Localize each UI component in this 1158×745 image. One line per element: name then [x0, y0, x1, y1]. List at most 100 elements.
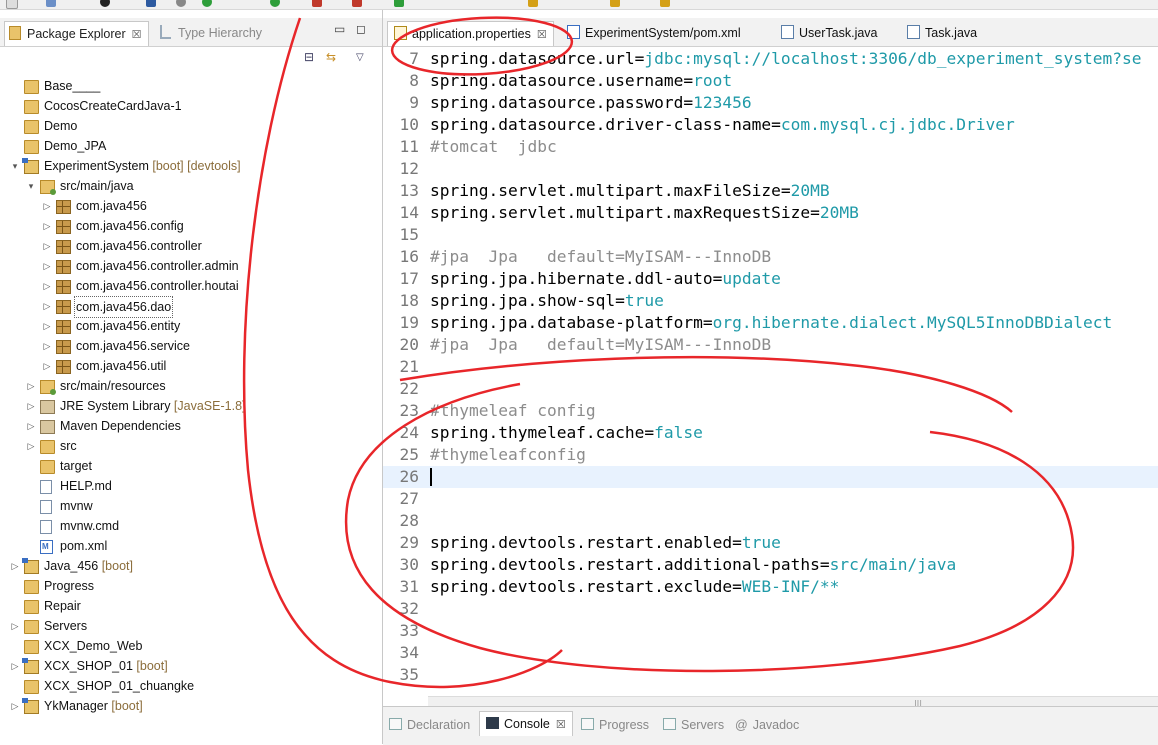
expand-arrow-icon[interactable]: ▷	[42, 296, 52, 316]
tree-item[interactable]: ▷ XCX_SHOP_01 [boot]	[0, 656, 382, 676]
tree-item[interactable]: mvnw.cmd	[0, 516, 382, 536]
expand-arrow-icon[interactable]: ▷	[10, 616, 20, 636]
tree-item[interactable]: ▷ com.java456.util	[0, 356, 382, 376]
tree-item[interactable]: Repair	[0, 596, 382, 616]
code-line[interactable]: 13 spring.servlet.multipart.maxFileSize=2…	[383, 180, 1158, 202]
tree-item[interactable]: ▷ YkManager [boot]	[0, 696, 382, 716]
code-line[interactable]: 10 spring.datasource.driver-class-name=co…	[383, 114, 1158, 136]
tree-item[interactable]: ▷ com.java456.controller	[0, 236, 382, 256]
close-icon[interactable]: ☒	[537, 29, 547, 41]
tab-progress[interactable]: Progress	[581, 713, 649, 737]
code-line[interactable]: 34	[383, 642, 1158, 664]
code-line[interactable]: 28	[383, 510, 1158, 532]
tree-item[interactable]: ▷ com.java456	[0, 196, 382, 216]
code-line[interactable]: 15	[383, 224, 1158, 246]
expand-arrow-icon[interactable]: ▷	[10, 556, 20, 576]
tab-type-hierarchy[interactable]: Type Hierarchy	[160, 21, 262, 45]
code-line[interactable]: 18 spring.jpa.show-sql=true	[383, 290, 1158, 312]
tree-item[interactable]: ▷ src/main/resources	[0, 376, 382, 396]
collapse-arrow-icon[interactable]: ▾	[10, 156, 20, 176]
tree-item[interactable]: ▷ src	[0, 436, 382, 456]
tree-item[interactable]: ▷ com.java456.config	[0, 216, 382, 236]
expand-arrow-icon[interactable]: ▷	[42, 336, 52, 356]
code-line[interactable]: 11 #tomcat jdbc	[383, 136, 1158, 158]
tree-item[interactable]: ▾ ExperimentSystem [boot] [devtools]	[0, 156, 382, 176]
expand-arrow-icon[interactable]: ▷	[42, 356, 52, 376]
expand-arrow-icon[interactable]: ▷	[42, 276, 52, 296]
code-line[interactable]: 9 spring.datasource.password=123456	[383, 92, 1158, 114]
expand-arrow-icon[interactable]: ▷	[42, 236, 52, 256]
new-icon[interactable]	[6, 0, 18, 9]
debug-icon[interactable]	[100, 0, 110, 7]
code-line[interactable]: 12	[383, 158, 1158, 180]
code-line[interactable]: 19 spring.jpa.database-platform=org.hiber…	[383, 312, 1158, 334]
forward-icon[interactable]	[660, 0, 670, 7]
tab-declaration[interactable]: Declaration	[389, 713, 470, 737]
tree-item[interactable]: ▷ JRE System Library [JavaSE-1.8]	[0, 396, 382, 416]
code-line[interactable]: 21	[383, 356, 1158, 378]
close-icon[interactable]: ☒	[556, 719, 566, 731]
tab-usertask-java[interactable]: UserTask.java	[781, 21, 878, 45]
code-line[interactable]: 33	[383, 620, 1158, 642]
code-line[interactable]: 35	[383, 664, 1158, 686]
tree-item[interactable]: ▷ Maven Dependencies	[0, 416, 382, 436]
tab-application-properties[interactable]: application.properties ☒	[387, 21, 554, 46]
expand-arrow-icon[interactable]: ▷	[42, 196, 52, 216]
tree-item[interactable]: ▾ src/main/java	[0, 176, 382, 196]
code-line[interactable]: 27	[383, 488, 1158, 510]
back-icon[interactable]	[610, 0, 620, 7]
link-with-editor-icon[interactable]: ⇆	[326, 50, 336, 70]
stop-icon[interactable]	[352, 0, 362, 7]
tree-item[interactable]: ▷ Java_456 [boot]	[0, 556, 382, 576]
tree-item[interactable]: ▷ com.java456.controller.houtai	[0, 276, 382, 296]
close-icon[interactable]: ☒	[132, 29, 142, 41]
expand-arrow-icon[interactable]: ▷	[26, 396, 36, 416]
maximize-icon[interactable]: ◻	[356, 22, 366, 36]
tab-package-explorer[interactable]: Package Explorer ☒	[4, 21, 149, 46]
tab-task-java[interactable]: Task.java	[907, 21, 977, 45]
code-line[interactable]: 17 spring.jpa.hibernate.ddl-auto=update	[383, 268, 1158, 290]
search-icon[interactable]	[176, 0, 186, 7]
tree-item[interactable]: pom.xml	[0, 536, 382, 557]
view-menu-icon[interactable]: ▽	[356, 52, 364, 72]
tab-javadoc[interactable]: @ Javadoc	[735, 713, 799, 737]
tree-item[interactable]: ▷ Servers	[0, 616, 382, 636]
tree-item[interactable]: CocosCreateCardJava-1	[0, 96, 382, 116]
tree-item[interactable]: ▷ com.java456.entity	[0, 316, 382, 336]
code-line[interactable]: 22	[383, 378, 1158, 400]
minimize-icon[interactable]: ▭	[334, 22, 345, 36]
code-line[interactable]: 31 spring.devtools.restart.exclude=WEB-IN…	[383, 576, 1158, 598]
tree-item[interactable]: target	[0, 456, 382, 476]
tree-item[interactable]: XCX_Demo_Web	[0, 636, 382, 656]
code-line[interactable]: 32	[383, 598, 1158, 620]
code-line[interactable]: 16 #jpa Jpa default=MyISAM---InnoDB	[383, 246, 1158, 268]
tree-item[interactable]: Demo	[0, 116, 382, 136]
expand-arrow-icon[interactable]: ▷	[42, 216, 52, 236]
tab-servers[interactable]: Servers	[663, 713, 724, 737]
code-line[interactable]: 30 spring.devtools.restart.additional-pat…	[383, 554, 1158, 576]
tree-item[interactable]: ▷ com.java456.dao	[0, 296, 382, 318]
spring-icon[interactable]	[202, 0, 212, 7]
tree-item[interactable]: XCX_SHOP_01_chuangke	[0, 676, 382, 696]
tree-item[interactable]: Base____	[0, 76, 382, 96]
code-line[interactable]: 26	[383, 466, 1158, 488]
tree-item[interactable]: ▷ com.java456.controller.admin	[0, 256, 382, 276]
code-line[interactable]: 14 spring.servlet.multipart.maxRequestSiz…	[383, 202, 1158, 224]
expand-arrow-icon[interactable]: ▷	[42, 316, 52, 336]
external-tools-icon[interactable]	[528, 0, 538, 7]
code-line[interactable]: 7 spring.datasource.url=jdbc:mysql://loca…	[383, 48, 1158, 70]
code-line[interactable]: 29 spring.devtools.restart.enabled=true	[383, 532, 1158, 554]
tab-pom-xml[interactable]: ExperimentSystem/pom.xml	[567, 21, 741, 45]
tree-item[interactable]: HELP.md	[0, 476, 382, 496]
collapse-all-icon[interactable]: ⊟	[304, 50, 314, 70]
tab-console[interactable]: Console ☒	[479, 711, 573, 736]
code-line[interactable]: 20 #jpa Jpa default=MyISAM---InnoDB	[383, 334, 1158, 356]
server-icon[interactable]	[312, 0, 322, 7]
terminal-icon[interactable]	[146, 0, 156, 7]
expand-arrow-icon[interactable]: ▷	[26, 436, 36, 456]
run-last-icon[interactable]	[394, 0, 404, 7]
code-editor[interactable]: 7 spring.datasource.url=jdbc:mysql://loca…	[383, 47, 1158, 697]
expand-arrow-icon[interactable]: ▷	[26, 376, 36, 396]
tree-item[interactable]: ▷ com.java456.service	[0, 336, 382, 356]
collapse-arrow-icon[interactable]: ▾	[26, 176, 36, 196]
